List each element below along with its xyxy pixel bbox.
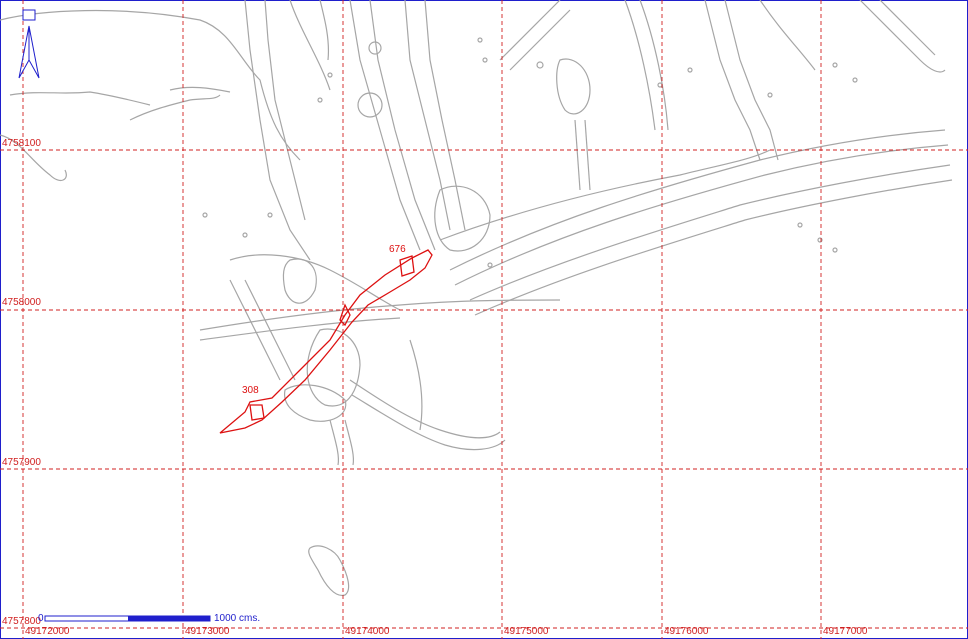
grid-label-y: 4758000 <box>2 297 41 308</box>
north-arrow-icon <box>18 9 40 79</box>
feature-outline <box>9 91 151 106</box>
highlighted-feature-detail <box>399 255 415 277</box>
feature-dot <box>487 262 493 268</box>
grid-label-x: 49176000 <box>664 626 709 637</box>
feature-outline <box>704 0 761 161</box>
feature-outline <box>759 0 816 71</box>
feature-outline <box>349 0 421 251</box>
map-frame <box>0 0 968 639</box>
feature-outline <box>424 0 466 231</box>
highlight-label: 676 <box>389 244 406 255</box>
feature-outline <box>859 0 946 73</box>
feature-outline <box>469 164 951 301</box>
mapped-features <box>0 0 953 596</box>
scale-bar-start-label: 0 <box>38 613 44 624</box>
feature-outline <box>282 258 317 304</box>
feature-dot <box>832 247 838 253</box>
feature-dot <box>368 41 382 55</box>
feature-outline <box>349 379 501 439</box>
feature-dot <box>797 222 803 228</box>
coordinate-grid <box>0 0 968 639</box>
grid-label-x: 49174000 <box>345 626 390 637</box>
feature-dot <box>657 82 663 88</box>
grid-label-y: 4757900 <box>2 457 41 468</box>
feature-outline <box>369 0 436 251</box>
feature-outline <box>344 419 355 466</box>
feature-dot <box>267 212 273 218</box>
scale-bar-end-label: 1000 cms. <box>214 613 260 624</box>
feature-dot <box>767 92 773 98</box>
feature-outline <box>454 144 949 286</box>
feature-outline <box>499 0 561 61</box>
feature-outline <box>329 419 340 466</box>
survey-map[interactable]: 4758100 4758000 4757900 4757800 49172000… <box>0 0 968 639</box>
feature-outline <box>129 94 221 121</box>
feature-outline <box>264 0 306 221</box>
feature-dot <box>536 61 544 69</box>
grid-label-x: 49175000 <box>504 626 549 637</box>
feature-outline <box>169 86 231 93</box>
grid-label-y: 4758100 <box>2 138 41 149</box>
feature-dot <box>327 72 333 78</box>
feature-dot <box>477 37 483 43</box>
feature-dot <box>482 57 488 63</box>
feature-dot <box>687 67 693 73</box>
feature-outline <box>584 119 591 191</box>
north-arrow-box <box>22 9 36 21</box>
feature-outline <box>556 58 591 115</box>
feature-outline <box>509 9 571 71</box>
feature-outline <box>199 299 561 331</box>
feature-outline <box>574 119 581 191</box>
feature-dot <box>832 62 838 68</box>
scale-bar: 0 1000 cms. <box>38 613 260 624</box>
feature-dot <box>242 232 248 238</box>
feature-dot <box>202 212 208 218</box>
grid-label-x: 49177000 <box>823 626 868 637</box>
highlight-label: 308 <box>242 385 259 396</box>
feature-outline <box>474 179 953 316</box>
feature-outline <box>409 339 423 431</box>
grid-label-x: 49173000 <box>185 626 230 637</box>
highlighted-feature-detail <box>249 404 265 421</box>
grid-label-x: 49172000 <box>25 626 70 637</box>
feature-outline <box>624 0 656 131</box>
feature-dot <box>852 77 858 83</box>
feature-outline <box>319 0 330 61</box>
feature-outline <box>439 149 771 241</box>
feature-outline <box>449 129 946 271</box>
feature-dot <box>317 97 323 103</box>
feature-outline <box>289 0 331 91</box>
scale-bar-fill <box>128 616 210 621</box>
feature-outline <box>351 394 506 451</box>
feature-outline <box>199 317 401 341</box>
